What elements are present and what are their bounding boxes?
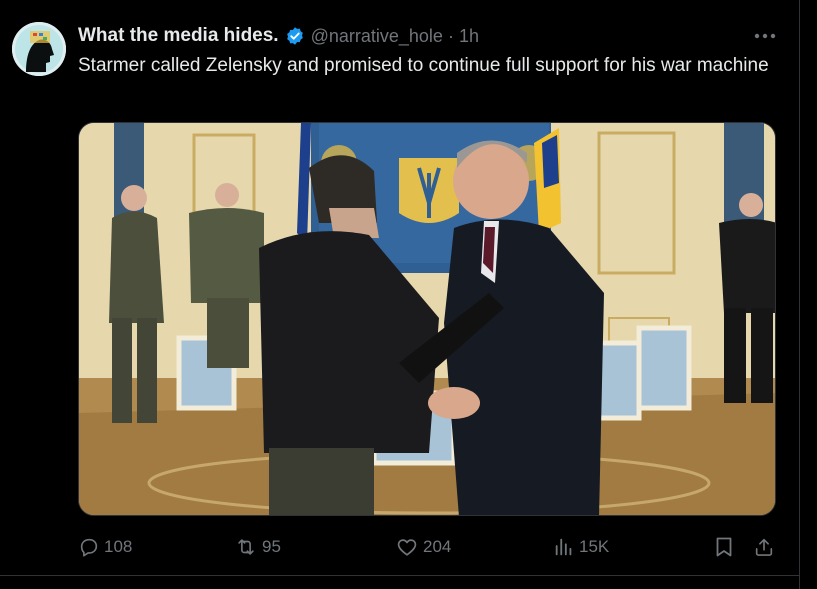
avatar[interactable]: [12, 22, 66, 76]
reply-button[interactable]: 108: [78, 534, 132, 560]
repost-icon: [238, 539, 254, 555]
like-count: 204: [423, 537, 452, 556]
separator-dot: ·: [447, 25, 454, 46]
views-button[interactable]: 15K: [553, 534, 609, 560]
views-count: 15K: [579, 537, 610, 556]
action-bar: 108 95 204 15K: [0, 534, 799, 560]
more-options-icon[interactable]: [752, 26, 778, 46]
verified-badge-icon[interactable]: [285, 26, 305, 46]
post-divider: [0, 575, 799, 576]
bookmark-icon[interactable]: [711, 534, 737, 560]
author-handle[interactable]: @narrative_hole: [311, 26, 443, 47]
repost-button[interactable]: 95: [234, 534, 281, 560]
views-icon: [555, 538, 572, 556]
author-name[interactable]: What the media hides.: [78, 25, 279, 47]
post-header: What the media hides. @narrative_hole · …: [78, 24, 479, 48]
reply-count: 108: [104, 537, 133, 556]
reply-icon: [80, 538, 98, 557]
post-timestamp[interactable]: 1h: [459, 26, 479, 47]
post-photo[interactable]: [78, 122, 776, 516]
like-icon: [397, 539, 417, 556]
share-icon[interactable]: [751, 534, 777, 560]
post-text: Starmer called Zelensky and promised to …: [78, 55, 769, 76]
like-button[interactable]: 204: [395, 534, 451, 560]
timeline-right-border: [799, 0, 800, 589]
repost-count: 95: [262, 537, 281, 556]
